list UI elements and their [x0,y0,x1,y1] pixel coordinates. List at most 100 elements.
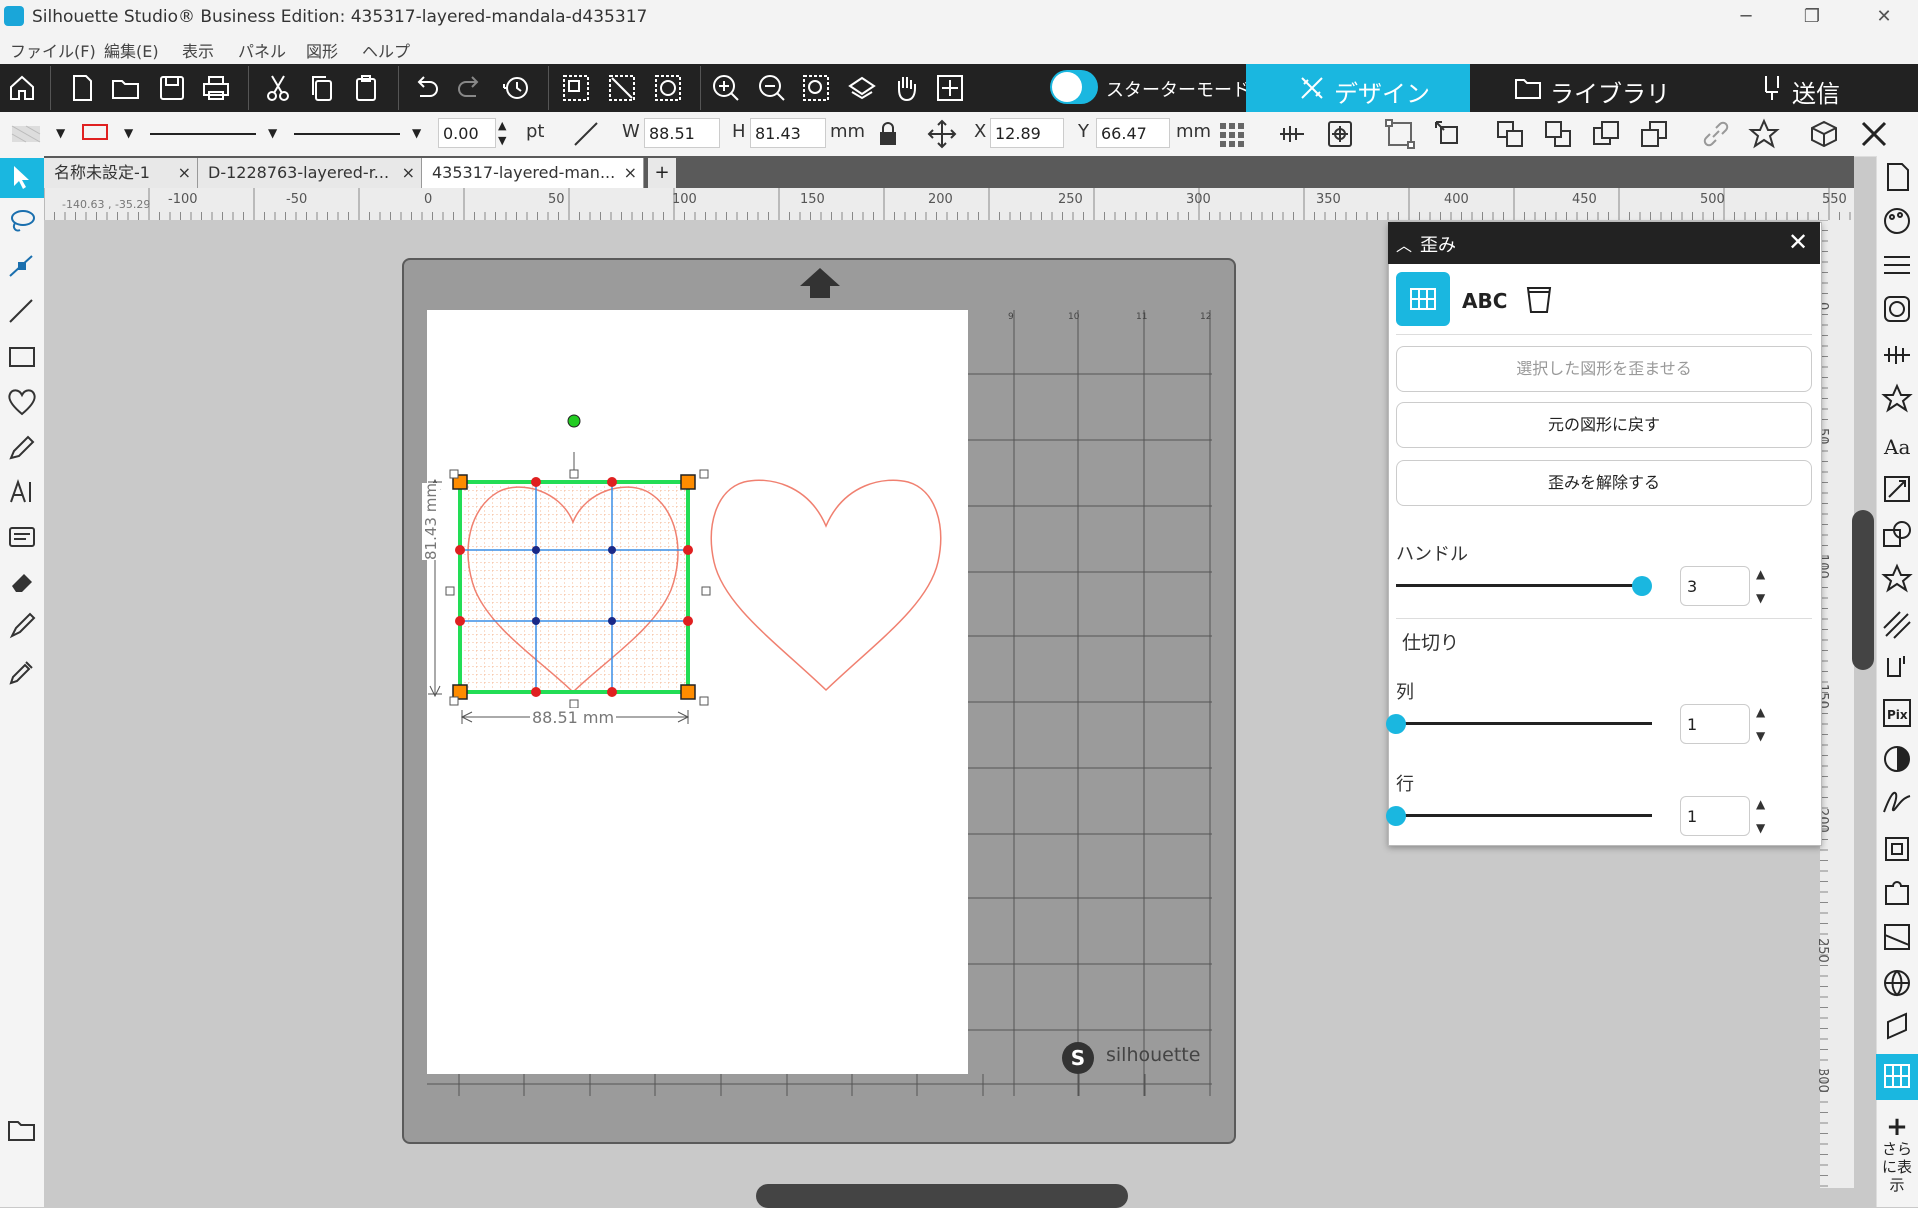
doc-tab-layered-r[interactable]: D-1228763-layered-r... × [198,158,422,188]
handle-spinner[interactable]: ▲ ▼ [1756,568,1765,604]
menu-help[interactable]: ヘルプ [362,38,410,62]
fill-dropdown-arrow-icon[interactable]: ▼ [56,126,65,140]
nesting-icon[interactable] [1880,920,1914,954]
text-warp-tab[interactable]: ABC [1456,272,1510,326]
print-cut-icon[interactable] [1880,832,1914,866]
doc-tab-untitled[interactable]: 名称未設定-1 × [44,158,198,188]
transform-icon[interactable] [1384,118,1416,150]
favorite-star-icon[interactable] [1748,118,1780,150]
replicate-icon[interactable] [1880,382,1914,416]
rows-count-input[interactable]: 1 [1680,796,1750,836]
fill-pattern-icon[interactable] [10,118,42,150]
line-color-swatch[interactable] [82,124,108,140]
emboss-icon[interactable] [1880,1010,1914,1044]
maximize-button[interactable]: ❐ [1792,4,1832,30]
line-style-icon[interactable] [1880,248,1914,282]
handle-count-input[interactable]: 3 [1680,566,1750,606]
eyedropper-icon[interactable] [6,656,38,688]
undo-icon[interactable] [410,72,442,104]
height-input[interactable]: 81.43 [750,118,826,148]
redo-icon[interactable] [454,72,486,104]
arrange-front-icon[interactable] [1494,118,1526,150]
transform-panel-icon[interactable] [1880,472,1914,506]
rows-spinner[interactable]: ▲ ▼ [1756,798,1765,834]
center-page-icon[interactable] [1324,118,1356,150]
offset-icon[interactable] [1880,562,1914,596]
doc-tab-close-icon[interactable]: × [402,158,415,188]
fit-to-page-icon[interactable] [846,72,878,104]
align-icon[interactable] [1276,118,1308,150]
tab-library[interactable]: ライブラリ [1470,64,1694,112]
apply-warp-button[interactable]: 選択した図形を歪ませる [1396,346,1812,392]
scale-icon[interactable] [1432,118,1464,150]
menu-view[interactable]: 表示 [182,38,214,62]
heart-shape[interactable] [708,474,944,696]
x-position-input[interactable]: 12.89 [990,118,1064,148]
doc-tab-close-icon[interactable]: × [178,158,191,188]
doc-tab-layered-mandala[interactable]: 435317-layered-man... × [422,158,644,188]
horizontal-scrollbar-thumb[interactable] [756,1184,1128,1208]
add-tab-button[interactable]: + [648,158,676,188]
send-backward-icon[interactable] [1638,118,1670,150]
menu-file[interactable]: ファイル(F) [10,38,96,62]
columns-count-input[interactable]: 1 [1680,704,1750,744]
compound-path-icon[interactable] [652,72,684,104]
line-style-dropdown-icon[interactable]: ▼ [268,126,277,140]
history-icon[interactable] [500,72,532,104]
doc-tab-close-icon[interactable]: × [624,158,637,188]
eraser-icon[interactable] [6,566,38,598]
move-view-icon[interactable] [934,72,966,104]
copy-icon[interactable] [306,72,338,104]
minimize-button[interactable]: ─ [1726,4,1766,30]
columns-slider-track[interactable] [1396,722,1652,725]
handle-slider-knob[interactable] [1632,576,1652,596]
draw-pencil-icon[interactable] [6,432,38,464]
cut-icon[interactable] [262,72,294,104]
vertical-scrollbar-thumb[interactable] [1852,510,1874,670]
rows-slider-knob[interactable] [1386,806,1406,826]
signature-icon[interactable] [1880,786,1914,820]
trace-icon[interactable] [1880,652,1914,686]
text-style-icon[interactable]: Aa [1880,428,1914,462]
rectangle-tool-icon[interactable] [6,342,38,374]
grid-warp-tab[interactable] [1396,272,1450,326]
heart-shape-icon[interactable] [6,386,38,418]
3d-box-icon[interactable] [1808,118,1840,150]
close-properties-icon[interactable] [1858,118,1890,150]
rows-slider-track[interactable] [1396,814,1652,817]
new-document-icon[interactable] [66,72,98,104]
zoom-fit-selection-icon[interactable] [800,72,832,104]
line-cap-preview[interactable] [294,133,400,135]
puzzle-icon[interactable] [1880,876,1914,910]
line-cap-dropdown-icon[interactable]: ▼ [412,126,421,140]
align-panel-icon[interactable] [1880,338,1914,372]
selected-heart-shape[interactable] [420,410,716,730]
text-tool-icon[interactable] [6,476,38,508]
zoom-in-icon[interactable] [710,72,742,104]
modify-icon[interactable] [1880,518,1914,552]
menu-shape[interactable]: 図形 [306,38,338,62]
home-icon[interactable] [6,72,38,104]
ungroup-icon[interactable] [606,72,638,104]
fill-color-icon[interactable] [1880,204,1914,238]
handle-slider-track[interactable] [1396,584,1642,587]
width-input[interactable]: 88.51 [644,118,720,148]
collapse-chevron-icon[interactable]: ︿ [1396,232,1412,256]
library-folder-icon[interactable] [6,1114,38,1146]
release-warp-button[interactable]: 歪みを解除する [1396,460,1812,506]
bring-forward-icon[interactable] [1590,118,1622,150]
menu-panel[interactable]: パネル [238,38,286,62]
reference-point-grid-icon[interactable] [1216,118,1248,150]
sketch-icon[interactable] [1880,608,1914,642]
line-width-input[interactable]: 0.00 [438,118,496,148]
columns-spinner[interactable]: ▲ ▼ [1756,706,1765,742]
close-panel-icon[interactable]: ✕ [1788,228,1808,256]
line-tool-icon[interactable] [6,296,38,328]
globe-icon[interactable] [1880,966,1914,1000]
point-edit-icon[interactable] [6,250,38,282]
line-style-preview[interactable] [150,133,256,135]
cup-warp-tab[interactable] [1512,272,1566,326]
tab-design[interactable]: デザイン [1246,64,1470,112]
menu-edit[interactable]: 編集(E) [104,38,159,62]
pan-hand-icon[interactable] [890,72,922,104]
